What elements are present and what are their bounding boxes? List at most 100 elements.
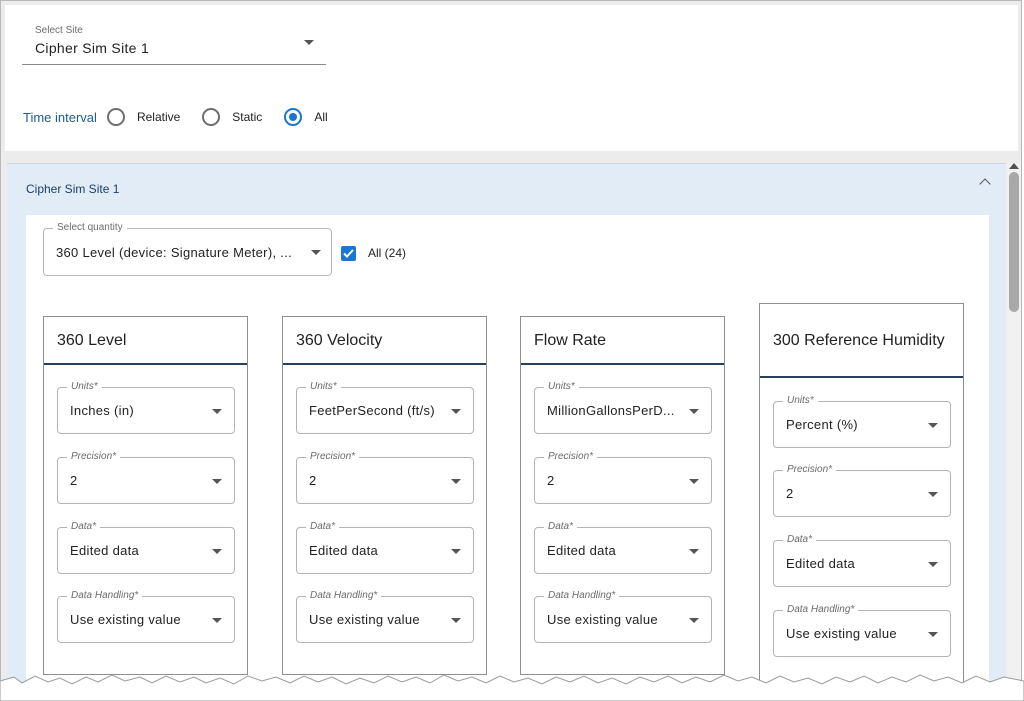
site-select[interactable]: Select Site Cipher Sim Site 1 xyxy=(22,21,326,65)
data-value: Edited data xyxy=(70,543,140,558)
units-label: Units* xyxy=(544,381,579,392)
dropdown-arrow-icon xyxy=(928,562,938,567)
data-handling-value: Use existing value xyxy=(547,612,658,627)
dropdown-arrow-icon xyxy=(311,250,321,255)
units-select[interactable]: Units* Percent (%) xyxy=(773,395,951,448)
data-handling-select[interactable]: Data Handling* Use existing value xyxy=(773,604,951,657)
dropdown-arrow-icon xyxy=(304,40,314,45)
quantity-card: 300 Reference Humidity Units* Percent (%… xyxy=(759,303,964,701)
precision-label: Precision* xyxy=(544,451,598,462)
time-interval-label: Time interval xyxy=(23,109,97,125)
data-select[interactable]: Data* Edited data xyxy=(296,521,474,574)
quantity-card: 360 Velocity Units* FeetPerSecond (ft/s)… xyxy=(282,316,487,675)
precision-value: 2 xyxy=(70,473,78,488)
all-checkbox[interactable] xyxy=(341,246,356,261)
precision-select[interactable]: Precision* 2 xyxy=(296,451,474,504)
data-handling-label: Data Handling* xyxy=(306,590,382,601)
scrollbar-thumb[interactable] xyxy=(1009,172,1019,312)
precision-select[interactable]: Precision* 2 xyxy=(57,451,235,504)
data-label: Data* xyxy=(544,521,578,532)
dropdown-arrow-icon xyxy=(212,409,222,414)
precision-label: Precision* xyxy=(783,464,837,475)
dropdown-arrow-icon xyxy=(689,618,699,623)
dropdown-arrow-icon xyxy=(212,549,222,554)
dropdown-arrow-icon xyxy=(689,409,699,414)
dropdown-arrow-icon xyxy=(928,492,938,497)
units-value: FeetPerSecond (ft/s) xyxy=(309,403,435,418)
data-value: Edited data xyxy=(309,543,379,558)
site-select-label: Select Site xyxy=(35,25,83,36)
data-value: Edited data xyxy=(547,543,617,558)
dropdown-arrow-icon xyxy=(212,479,222,484)
units-value: Inches (in) xyxy=(70,403,134,418)
units-label: Units* xyxy=(783,395,818,406)
radio-static-label[interactable]: Static xyxy=(232,110,262,124)
units-value: Percent (%) xyxy=(786,417,858,432)
torn-edge-decoration xyxy=(0,674,1024,701)
data-handling-value: Use existing value xyxy=(70,612,181,627)
precision-label: Precision* xyxy=(67,451,121,462)
quantity-card: 360 Level Units* Inches (in) Precision* … xyxy=(43,316,248,675)
card-title: 300 Reference Humidity xyxy=(760,304,963,378)
radio-all-label[interactable]: All xyxy=(314,110,327,124)
data-handling-label: Data Handling* xyxy=(67,590,143,601)
precision-value: 2 xyxy=(547,473,555,488)
dropdown-arrow-icon xyxy=(928,423,938,428)
data-select[interactable]: Data* Edited data xyxy=(57,521,235,574)
units-select[interactable]: Units* Inches (in) xyxy=(57,381,235,434)
site-select-value: Cipher Sim Site 1 xyxy=(35,40,150,56)
dropdown-arrow-icon xyxy=(451,549,461,554)
radio-all[interactable] xyxy=(284,108,303,126)
scroll-up-arrow-icon[interactable] xyxy=(1009,163,1019,169)
data-label: Data* xyxy=(783,534,817,545)
units-label: Units* xyxy=(306,381,341,392)
data-select[interactable]: Data* Edited data xyxy=(773,534,951,587)
precision-value: 2 xyxy=(786,486,794,501)
dropdown-arrow-icon xyxy=(689,479,699,484)
dropdown-arrow-icon xyxy=(451,479,461,484)
card-title: 360 Level xyxy=(44,317,247,365)
dropdown-arrow-icon xyxy=(689,549,699,554)
site-accordion: Cipher Sim Site 1 Select quantity 360 Le… xyxy=(7,163,1006,701)
data-label: Data* xyxy=(306,521,340,532)
radio-relative-label[interactable]: Relative xyxy=(137,110,180,124)
data-select[interactable]: Data* Edited data xyxy=(534,521,712,574)
data-handling-label: Data Handling* xyxy=(783,604,859,615)
card-title: Flow Rate xyxy=(521,317,724,365)
units-label: Units* xyxy=(67,381,102,392)
data-handling-value: Use existing value xyxy=(309,612,420,627)
units-value: MillionGallonsPerD... xyxy=(547,403,675,418)
units-select[interactable]: Units* FeetPerSecond (ft/s) xyxy=(296,381,474,434)
quantity-select-label: Select quantity xyxy=(53,222,127,233)
accordion-body: Select quantity 360 Level (device: Signa… xyxy=(26,215,989,701)
precision-value: 2 xyxy=(309,473,317,488)
checkmark-icon xyxy=(343,249,354,258)
data-handling-select[interactable]: Data Handling* Use existing value xyxy=(296,590,474,643)
radio-static[interactable] xyxy=(202,108,221,126)
quantity-select[interactable]: Select quantity 360 Level (device: Signa… xyxy=(43,222,332,276)
accordion-title[interactable]: Cipher Sim Site 1 xyxy=(26,182,119,196)
card-title: 360 Velocity xyxy=(283,317,486,365)
quantity-card: Flow Rate Units* MillionGallonsPerD... P… xyxy=(520,316,725,675)
quantity-select-value: 360 Level (device: Signature Meter), ... xyxy=(56,245,293,260)
data-handling-select[interactable]: Data Handling* Use existing value xyxy=(534,590,712,643)
precision-select[interactable]: Precision* 2 xyxy=(773,464,951,517)
precision-label: Precision* xyxy=(306,451,360,462)
precision-select[interactable]: Precision* 2 xyxy=(534,451,712,504)
radio-relative[interactable] xyxy=(106,108,125,126)
filter-panel: Select Site Cipher Sim Site 1 Time inter… xyxy=(5,5,1018,151)
data-label: Data* xyxy=(67,521,101,532)
time-interval-group: Time interval Relative Static All xyxy=(23,105,350,129)
data-value: Edited data xyxy=(786,556,856,571)
dropdown-arrow-icon xyxy=(928,632,938,637)
dropdown-arrow-icon xyxy=(451,409,461,414)
dropdown-arrow-icon xyxy=(212,618,222,623)
vertical-scrollbar[interactable] xyxy=(1007,163,1021,701)
data-handling-label: Data Handling* xyxy=(544,590,620,601)
units-select[interactable]: Units* MillionGallonsPerD... xyxy=(534,381,712,434)
all-checkbox-label[interactable]: All (24) xyxy=(368,246,406,260)
dropdown-arrow-icon xyxy=(451,618,461,623)
data-handling-select[interactable]: Data Handling* Use existing value xyxy=(57,590,235,643)
data-handling-value: Use existing value xyxy=(786,626,897,641)
chevron-up-icon[interactable] xyxy=(979,178,991,190)
